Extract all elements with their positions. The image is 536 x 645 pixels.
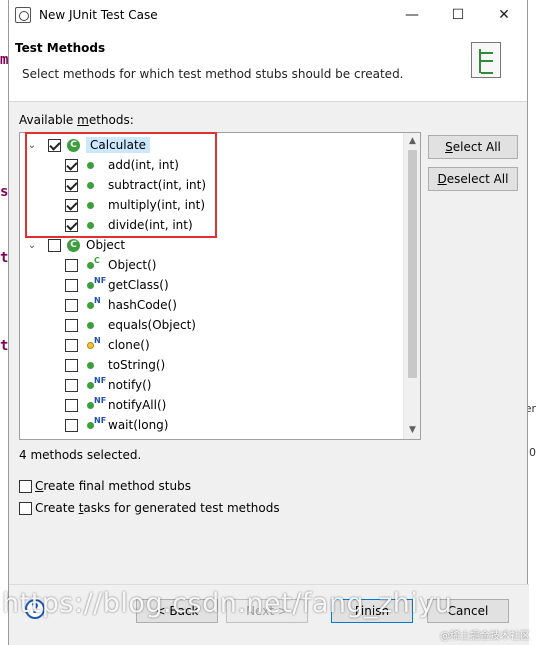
methods-tree[interactable]: ⌄ C Calculate add(int, int) subtract(int, in… xyxy=(19,132,421,440)
close-button[interactable]: ✕ xyxy=(481,0,527,30)
tree-method-row[interactable]: NhashCode() xyxy=(20,295,403,315)
method-label: wait(long) xyxy=(108,418,169,432)
public-method-icon xyxy=(86,358,102,372)
public-method-icon xyxy=(86,158,102,172)
method-label: toString() xyxy=(108,358,166,372)
create-final-stubs-option[interactable]: Create final method stubs xyxy=(19,479,191,493)
expand-chevron-icon[interactable]: ⌄ xyxy=(26,140,38,151)
scroll-up-icon[interactable]: ▲ xyxy=(404,133,421,150)
next-button[interactable]: Next > xyxy=(226,599,308,623)
public-method-icon: C xyxy=(86,256,102,272)
class-label: Object xyxy=(86,238,126,252)
method-checkbox[interactable] xyxy=(65,158,78,172)
class-checkbox[interactable] xyxy=(48,238,61,252)
button-bar: ? < Back Next > Finish Cancel xyxy=(9,584,529,645)
method-checkbox[interactable] xyxy=(65,418,78,432)
method-checkbox[interactable] xyxy=(65,198,78,212)
protected-method-icon: N xyxy=(86,336,102,352)
tree-method-row[interactable]: NF wait(long) xyxy=(20,415,403,435)
method-label: divide(int, int) xyxy=(108,218,193,232)
title-bar[interactable]: New JUnit Test Case — ☐ ✕ xyxy=(9,0,527,30)
class-label: Calculate xyxy=(86,137,151,153)
page-title: Test Methods xyxy=(15,41,106,55)
create-final-stubs-label: Create final method stubs xyxy=(35,479,191,493)
select-all-button[interactable]: Select All xyxy=(428,135,518,159)
tree-class-row[interactable]: ⌄ C Calculate xyxy=(20,135,403,155)
selection-status: 4 methods selected. xyxy=(19,448,142,462)
background-editor-left: m s t t xyxy=(0,0,8,645)
tree-method-row[interactable]: subtract(int, int) xyxy=(20,175,403,195)
tree-method-row[interactable]: add(int, int) xyxy=(20,155,403,175)
create-final-stubs-checkbox[interactable] xyxy=(19,479,32,493)
public-method-icon xyxy=(86,218,102,232)
public-method-icon: NF xyxy=(86,416,106,432)
method-label: clone() xyxy=(108,338,150,352)
scroll-down-icon[interactable]: ▼ xyxy=(404,422,421,439)
minimize-button[interactable]: — xyxy=(389,0,435,30)
method-checkbox[interactable] xyxy=(65,338,78,352)
tree-method-row[interactable]: NF notifyAll() xyxy=(20,395,403,415)
expand-chevron-icon[interactable]: ⌄ xyxy=(26,240,38,251)
method-checkbox[interactable] xyxy=(65,178,78,192)
tree-method-row[interactable]: C Object() xyxy=(20,255,403,275)
tree-method-row[interactable]: toString() xyxy=(20,355,403,375)
method-label: getClass() xyxy=(108,278,169,292)
public-method-icon xyxy=(86,318,102,332)
method-checkbox[interactable] xyxy=(65,358,78,372)
method-checkbox[interactable] xyxy=(65,398,78,412)
public-method-icon xyxy=(86,198,102,212)
public-method-icon: N xyxy=(86,296,102,312)
tree-method-row[interactable]: equals(Object) xyxy=(20,315,403,335)
tree-vertical-scrollbar[interactable]: ▲ ▼ xyxy=(403,133,420,439)
available-methods-label: Available methods: xyxy=(19,113,134,127)
page-description: Select methods for which test method stu… xyxy=(22,67,404,81)
method-label: Object() xyxy=(108,258,157,272)
method-checkbox[interactable] xyxy=(65,258,78,272)
junit-dialog: New JUnit Test Case — ☐ ✕ Test Methods S… xyxy=(8,0,529,645)
tree-method-row[interactable]: NF notify() xyxy=(20,375,403,395)
method-label: equals(Object) xyxy=(108,318,196,332)
scroll-thumb[interactable] xyxy=(408,150,417,378)
method-checkbox[interactable] xyxy=(65,218,78,232)
method-label: notifyAll() xyxy=(108,398,167,412)
class-icon: C xyxy=(67,238,80,252)
finish-button[interactable]: Finish xyxy=(331,599,413,623)
method-checkbox[interactable] xyxy=(65,378,78,392)
tree-method-row[interactable]: divide(int, int) xyxy=(20,215,403,235)
create-tasks-label: Create tasks for generated test methods xyxy=(35,501,280,515)
deselect-all-button[interactable]: Deselect All xyxy=(428,167,518,191)
create-tasks-checkbox[interactable] xyxy=(19,501,32,515)
tree-class-row[interactable]: ⌄ C Object xyxy=(20,235,403,255)
cancel-button[interactable]: Cancel xyxy=(427,599,509,623)
maximize-button[interactable]: ☐ xyxy=(435,0,481,30)
class-checkbox[interactable] xyxy=(48,138,61,152)
tree-method-row[interactable]: NF getClass() xyxy=(20,275,403,295)
eclipse-app-icon xyxy=(15,7,31,23)
back-button[interactable]: < Back xyxy=(136,599,218,623)
window-title: New JUnit Test Case xyxy=(39,8,158,22)
public-method-icon xyxy=(86,178,102,192)
tree-method-row[interactable]: multiply(int, int) xyxy=(20,195,403,215)
method-checkbox[interactable] xyxy=(65,318,78,332)
public-method-icon: NF xyxy=(86,276,106,292)
help-icon[interactable]: ? xyxy=(25,599,45,619)
junit-wizard-icon xyxy=(471,42,501,78)
method-label: multiply(int, int) xyxy=(108,198,206,212)
method-label: add(int, int) xyxy=(108,158,179,172)
public-method-icon: NF xyxy=(86,376,106,392)
background-editor-right: er :0 xyxy=(525,0,536,645)
tree-method-row[interactable]: Nclone() xyxy=(20,335,403,355)
wizard-header: Test Methods Select methods for which te… xyxy=(9,30,527,102)
class-icon: C xyxy=(67,138,80,152)
method-checkbox[interactable] xyxy=(65,278,78,292)
method-label: subtract(int, int) xyxy=(108,178,207,192)
method-label: notify() xyxy=(108,378,152,392)
method-checkbox[interactable] xyxy=(65,298,78,312)
public-method-icon: NF xyxy=(86,396,106,412)
create-tasks-option[interactable]: Create tasks for generated test methods xyxy=(19,501,280,515)
wizard-body: Available methods: ⌄ C Calculate add(int, i… xyxy=(9,103,529,645)
method-label: hashCode() xyxy=(108,298,177,312)
